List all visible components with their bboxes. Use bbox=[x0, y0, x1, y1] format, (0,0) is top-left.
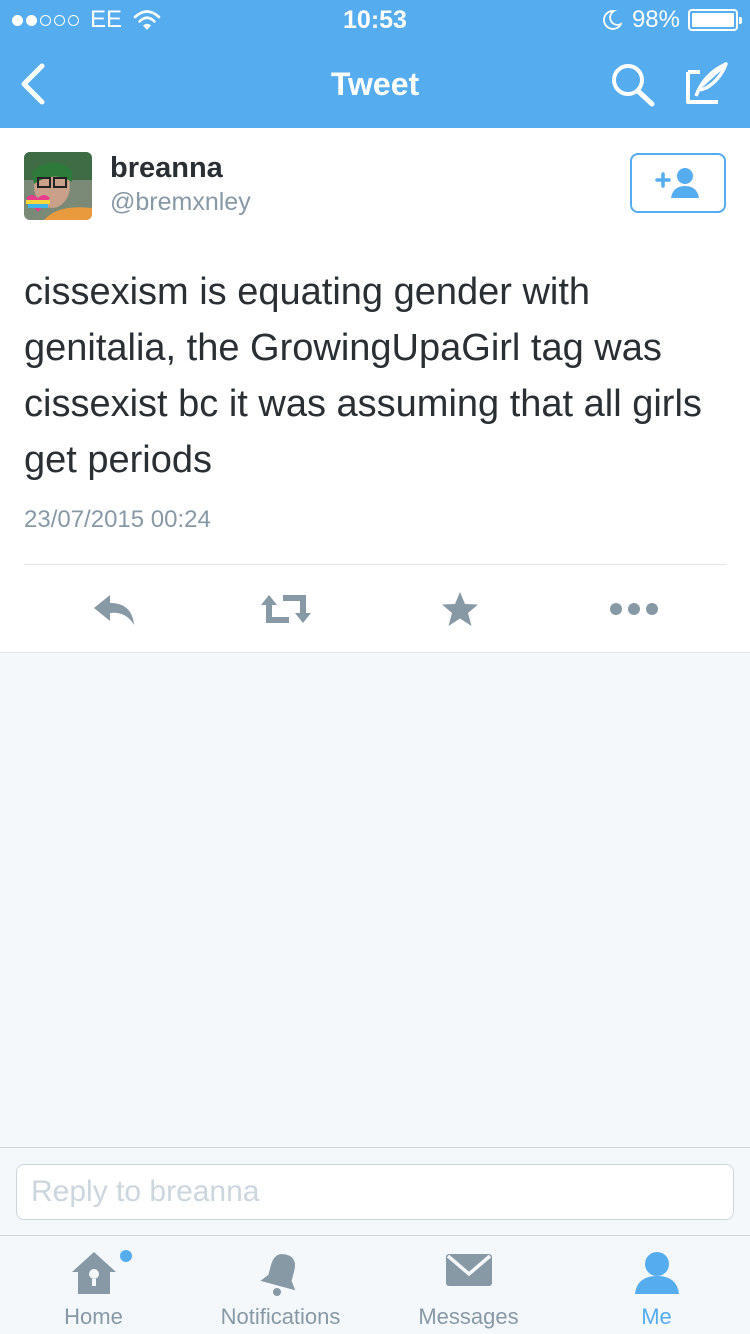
compose-icon[interactable] bbox=[682, 58, 732, 108]
retweet-icon bbox=[261, 595, 311, 623]
more-button[interactable] bbox=[604, 587, 664, 631]
battery-percentage: 98% bbox=[631, 6, 680, 33]
reply-button[interactable] bbox=[84, 587, 144, 631]
tab-home[interactable]: Home bbox=[0, 1236, 187, 1334]
moon-icon bbox=[603, 10, 622, 30]
envelope-icon bbox=[445, 1254, 492, 1286]
tab-label-me: Me bbox=[641, 1304, 672, 1329]
tab-label-notifications: Notifications bbox=[220, 1304, 341, 1329]
status-bar: EE 10:53 98% bbox=[0, 0, 750, 40]
tab-label-messages: Messages bbox=[418, 1304, 519, 1329]
user-name[interactable]: breanna bbox=[110, 152, 223, 185]
search-icon[interactable] bbox=[608, 60, 658, 110]
more-icon bbox=[610, 603, 658, 615]
tab-bar: Home Notifications Messages Me bbox=[0, 1235, 750, 1334]
home-icon bbox=[71, 1252, 116, 1294]
favorite-icon bbox=[442, 592, 478, 626]
favorite-button[interactable] bbox=[430, 587, 490, 631]
tweet-timestamp: 23/07/2015 00:24 bbox=[24, 506, 211, 533]
tab-me[interactable]: Me bbox=[563, 1236, 750, 1334]
navigation-bar: Tweet bbox=[0, 40, 750, 128]
avatar-image bbox=[24, 152, 92, 220]
avatar[interactable] bbox=[24, 152, 92, 220]
tweet-text: cissexism is equating gender with genita… bbox=[24, 271, 702, 481]
home-badge-dot bbox=[120, 1250, 132, 1262]
empty-area bbox=[0, 653, 750, 1147]
tweet-actions bbox=[0, 565, 750, 652]
status-right: 98% bbox=[602, 6, 742, 34]
tweet-detail: breanna @bremxnley cissexism is equating… bbox=[0, 128, 750, 653]
person-icon bbox=[634, 1252, 679, 1294]
reply-input[interactable] bbox=[16, 1164, 734, 1220]
retweet-button[interactable] bbox=[256, 587, 316, 631]
bell-icon bbox=[260, 1254, 295, 1296]
battery-icon bbox=[688, 9, 742, 31]
tab-messages[interactable]: Messages bbox=[375, 1236, 562, 1334]
app-header: EE 10:53 98% Tweet bbox=[0, 0, 750, 128]
follow-button[interactable] bbox=[630, 153, 726, 213]
add-user-icon bbox=[655, 168, 699, 198]
tab-label-home: Home bbox=[64, 1304, 123, 1329]
reply-bar bbox=[0, 1147, 750, 1235]
tab-notifications[interactable]: Notifications bbox=[187, 1236, 374, 1334]
user-handle[interactable]: @bremxnley bbox=[110, 188, 251, 217]
reply-icon bbox=[94, 595, 134, 625]
